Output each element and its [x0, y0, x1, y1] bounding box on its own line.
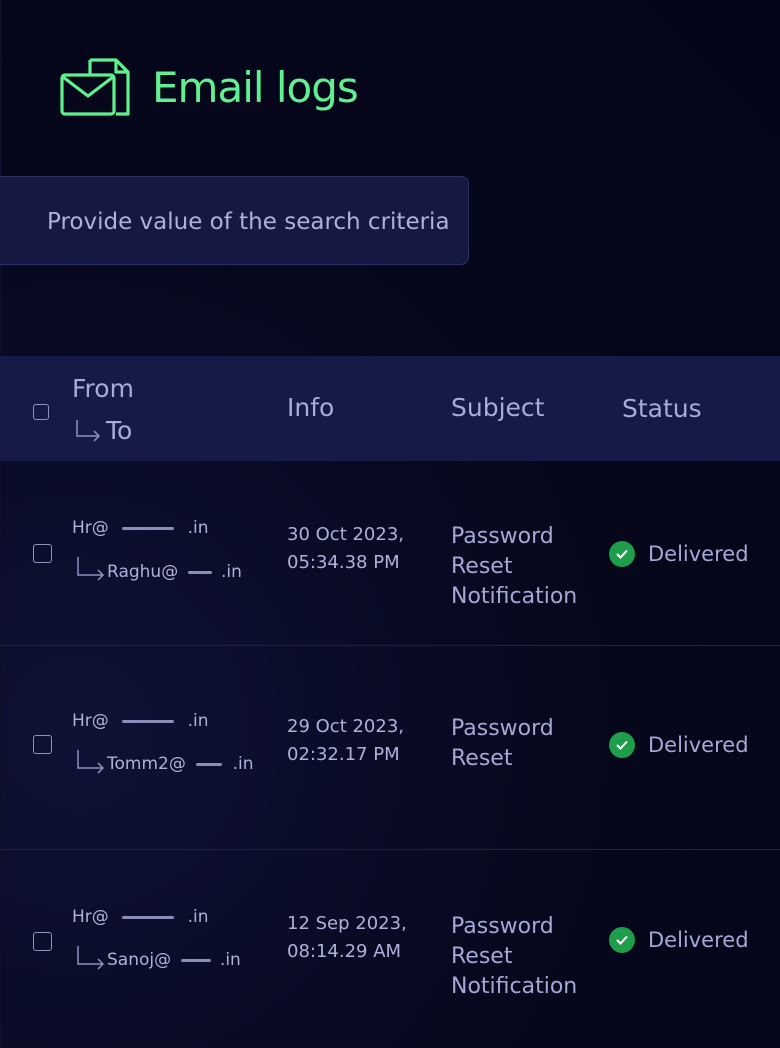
subject-text: Password Reset Notification [451, 914, 578, 999]
status-label: Delivered [648, 928, 749, 952]
log-date: 29 Oct 2023, [287, 716, 404, 737]
status-label: Delivered [648, 542, 749, 566]
page-title: Email logs [152, 62, 359, 112]
row-checkbox[interactable] [33, 932, 52, 951]
search-box[interactable] [0, 176, 469, 265]
log-date: 12 Sep 2023, [287, 913, 407, 934]
status-label: Delivered [648, 733, 749, 757]
email-logs-page: Email logs From To Info Subject Status H… [0, 0, 780, 1048]
redacted-block [122, 526, 175, 530]
log-time: 05:34.38 PM [287, 552, 400, 573]
to-address: Raghu@ .in [107, 562, 242, 582]
log-date: 30 Oct 2023, [287, 524, 404, 545]
select-all-checkbox[interactable] [33, 404, 49, 420]
to-arrow-icon [76, 420, 101, 442]
subject-text: Password Reset [451, 716, 554, 771]
column-header-to: To [106, 416, 133, 445]
redacted-block [187, 570, 212, 574]
log-info: 29 Oct 2023, 02:32.17 PM [287, 713, 404, 769]
redacted-block [180, 958, 211, 962]
check-circle-icon [609, 541, 635, 567]
log-time: 02:32.17 PM [287, 744, 400, 765]
to-address: Sanoj@ .in [107, 950, 241, 970]
redacted-block [122, 719, 175, 723]
status-badge: Delivered [609, 927, 749, 953]
log-time: 08:14.29 AM [287, 941, 402, 962]
to-arrow-icon [77, 557, 105, 581]
mail-document-icon [60, 56, 130, 118]
log-info: 30 Oct 2023, 05:34.38 PM [287, 521, 404, 577]
redacted-block [122, 915, 175, 919]
column-header-from: From [72, 374, 134, 403]
row-checkbox[interactable] [33, 544, 52, 563]
from-address: Hr@ .in [72, 518, 209, 538]
row-checkbox[interactable] [33, 735, 52, 754]
table-row[interactable]: Hr@ .in Raghu@ .in 30 Oct 2023, 05:34.38… [0, 461, 780, 646]
redacted-block [196, 762, 223, 766]
table-row[interactable]: Hr@ .in Sanoj@ .in 12 Sep 2023, 08:14.29… [0, 850, 780, 1048]
subject-text: Password Reset Notification [451, 524, 578, 609]
page-header: Email logs [60, 56, 359, 118]
check-circle-icon [609, 927, 635, 953]
search-input[interactable] [47, 207, 457, 237]
column-header-info: Info [287, 393, 335, 422]
to-arrow-icon [77, 750, 105, 774]
table-row[interactable]: Hr@ .in Tomm2@ .in 29 Oct 2023, 02:32.17… [0, 646, 780, 850]
column-header-status: Status [622, 394, 702, 423]
from-address: Hr@ .in [72, 907, 209, 927]
check-circle-icon [609, 732, 635, 758]
column-header-subject: Subject [451, 393, 545, 422]
to-address: Tomm2@ .in [107, 754, 254, 774]
status-badge: Delivered [609, 732, 749, 758]
log-info: 12 Sep 2023, 08:14.29 AM [287, 910, 407, 966]
to-arrow-icon [77, 946, 105, 970]
status-badge: Delivered [609, 541, 749, 567]
from-address: Hr@ .in [72, 711, 209, 731]
table-header: From To Info Subject Status [0, 356, 780, 461]
